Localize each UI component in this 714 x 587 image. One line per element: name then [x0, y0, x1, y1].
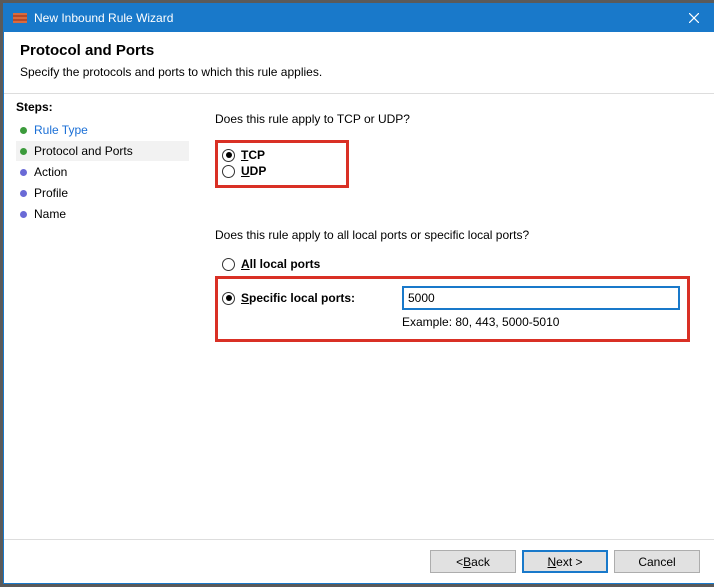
next-button[interactable]: Next > — [522, 550, 608, 573]
protocol-group: TCP UDP — [215, 140, 349, 188]
footer: < Back Next > Cancel — [4, 539, 714, 583]
radio-label: TCP — [241, 148, 265, 162]
protocol-question: Does this rule apply to TCP or UDP? — [215, 112, 690, 126]
step-label: Action — [34, 165, 67, 179]
back-button[interactable]: < Back — [430, 550, 516, 573]
step-label: Profile — [34, 186, 68, 200]
bullet-icon — [20, 148, 27, 155]
radio-tcp[interactable]: TCP — [222, 147, 266, 163]
step-label: Protocol and Ports — [34, 144, 133, 158]
ports-example: Example: 80, 443, 5000-5010 — [402, 315, 679, 329]
ports-section: Does this rule apply to all local ports … — [215, 228, 690, 342]
step-label: Name — [34, 207, 66, 221]
radio-all-ports[interactable]: All local ports — [222, 256, 690, 273]
cancel-button[interactable]: Cancel — [614, 550, 700, 573]
firewall-icon — [12, 10, 28, 26]
step-rule-type[interactable]: Rule Type — [16, 120, 189, 140]
radio-icon — [222, 258, 235, 271]
steps-sidebar: Steps: Rule Type Protocol and Ports Acti… — [4, 94, 189, 539]
content-pane: Does this rule apply to TCP or UDP? TCP … — [189, 94, 714, 539]
wizard-body: Steps: Rule Type Protocol and Ports Acti… — [4, 94, 714, 539]
bullet-icon — [20, 190, 27, 197]
close-button[interactable] — [672, 4, 714, 32]
step-label: Rule Type — [34, 123, 88, 137]
radio-label: UDP — [241, 164, 266, 178]
page-header: Protocol and Ports Specify the protocols… — [4, 32, 714, 94]
radio-label: Specific local ports: — [241, 291, 355, 305]
step-action[interactable]: Action — [16, 162, 189, 182]
radio-udp[interactable]: UDP — [222, 163, 266, 179]
bullet-icon — [20, 169, 27, 176]
step-profile[interactable]: Profile — [16, 183, 189, 203]
radio-icon — [222, 149, 235, 162]
page-title: Protocol and Ports — [20, 42, 700, 59]
radio-label: All local ports — [241, 257, 320, 271]
wizard-window: New Inbound Rule Wizard Protocol and Por… — [3, 3, 714, 584]
page-subtitle: Specify the protocols and ports to which… — [20, 65, 700, 79]
window-title: New Inbound Rule Wizard — [34, 11, 672, 25]
close-icon — [689, 13, 699, 23]
step-protocol-ports[interactable]: Protocol and Ports — [16, 141, 189, 161]
ports-question: Does this rule apply to all local ports … — [215, 228, 690, 242]
specific-ports-group: Specific local ports: Example: 80, 443, … — [215, 276, 690, 342]
radio-icon — [222, 292, 235, 305]
ports-input[interactable] — [403, 287, 679, 309]
bullet-icon — [20, 127, 27, 134]
titlebar[interactable]: New Inbound Rule Wizard — [4, 4, 714, 32]
radio-specific-ports[interactable]: Specific local ports: — [222, 290, 397, 306]
steps-title: Steps: — [16, 100, 189, 114]
bullet-icon — [20, 211, 27, 218]
radio-icon — [222, 165, 235, 178]
step-name[interactable]: Name — [16, 204, 189, 224]
